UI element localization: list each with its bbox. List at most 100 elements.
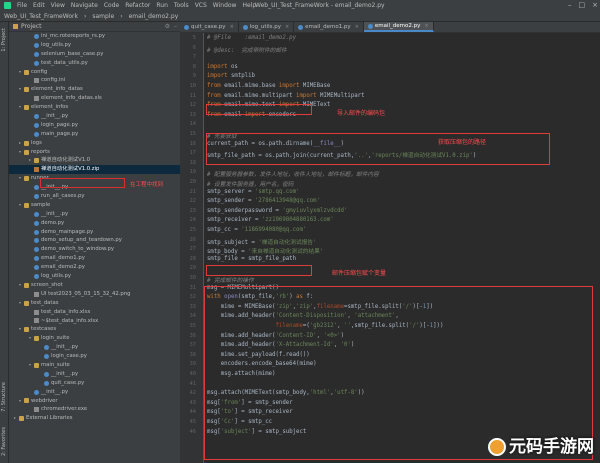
menu-view[interactable]: View: [51, 0, 65, 11]
tree-item[interactable]: 禅道自动化测试V1.0.zip: [9, 165, 180, 175]
close-icon[interactable]: ×: [592, 0, 598, 11]
tree-item[interactable]: __init__.py: [9, 210, 180, 219]
annotation-box-path: [206, 133, 550, 165]
code-line[interactable]: smtp_file = smtp_file_path: [207, 256, 296, 262]
tree-item[interactable]: log_utils.py: [9, 41, 180, 50]
editor-tab[interactable]: email_demo2.py ×: [363, 21, 434, 32]
code-line[interactable]: # 设置发件服务器，用户名，密码: [207, 179, 293, 188]
line-number: 33: [189, 303, 196, 310]
tree-item[interactable]: test_data_info.xlsx: [9, 308, 180, 317]
menu-edit[interactable]: Edit: [33, 0, 45, 11]
annotation-encoders: 导入邮件的编码包: [337, 110, 386, 117]
tree-item[interactable]: email_demo1.py: [9, 254, 180, 263]
tree-item[interactable]: demo_switch_to_window.py: [9, 245, 180, 254]
close-tab-icon[interactable]: ×: [230, 22, 234, 33]
tree-item[interactable]: ▸ External Libraries: [9, 414, 180, 423]
close-tab-icon[interactable]: ×: [355, 22, 359, 33]
menu-navigate[interactable]: Navigate: [71, 0, 98, 11]
tree-item[interactable]: test_data_utils.py: [9, 59, 180, 68]
code-line[interactable]: from email.mime.multipart import MIMEMul…: [207, 93, 365, 99]
tree-item[interactable]: ▾ test_datas: [9, 299, 180, 308]
menu-code[interactable]: Code: [104, 0, 119, 11]
code-line[interactable]: # @desc: 完成带附件的邮件: [207, 45, 287, 54]
code-line[interactable]: import os: [207, 64, 238, 70]
tree-item[interactable]: ▾ login_suite: [9, 334, 180, 343]
tree-item-label: login_case.py: [51, 353, 87, 360]
tree-item[interactable]: __init__.py: [9, 370, 180, 379]
minimize-icon[interactable]: –: [568, 0, 572, 11]
tree-item[interactable]: ▾ element_info_datas: [9, 85, 180, 94]
editor-tab[interactable]: quit_case.py ×: [180, 22, 239, 32]
tree-item[interactable]: selenium_base_case.py: [9, 50, 180, 59]
tree-item[interactable]: ▾ sample: [9, 201, 180, 210]
code-line[interactable]: smtp_server = 'smtp.qq.com': [207, 189, 299, 195]
tree-item[interactable]: __init__.py: [9, 388, 180, 397]
tree-item[interactable]: demo_setup_and_teardown.py: [9, 236, 180, 245]
maximize-icon[interactable]: □: [579, 0, 586, 11]
collapse-icon[interactable]: –: [174, 22, 177, 32]
menu-tools[interactable]: Tools: [174, 0, 189, 11]
breadcrumb-item[interactable]: sample: [92, 11, 114, 21]
tree-item[interactable]: demo.py: [9, 219, 180, 228]
tool-tab-favorites[interactable]: 2: Favorites: [1, 427, 7, 456]
tree-item[interactable]: UI test2023_05_03_15_32_42.png: [9, 290, 180, 299]
code-line[interactable]: smtp_senderpassword = 'gmyiuvlyxmlzvdcdd…: [207, 208, 347, 214]
python-file-icon: [34, 273, 39, 279]
tree-item[interactable]: ▾ screen_shot: [9, 281, 180, 290]
tree-item[interactable]: ▾ config: [9, 68, 180, 77]
menu-run[interactable]: Run: [156, 0, 168, 11]
python-file-icon: [34, 122, 39, 128]
code-line[interactable]: smtp_sender = '2786413948@qq.com': [207, 198, 320, 204]
line-number: 38: [189, 351, 196, 358]
tree-item[interactable]: email_demo2.py: [9, 263, 180, 272]
editor-tab[interactable]: log_utils.py ×: [239, 22, 295, 33]
menu-file[interactable]: File: [17, 0, 27, 11]
tree-item[interactable]: ~$test_data_info.xlsx: [9, 317, 180, 326]
close-tab-icon[interactable]: ×: [285, 22, 289, 33]
tree-item[interactable]: main_page.py: [9, 130, 180, 139]
tree-item[interactable]: __init__.py: [9, 343, 180, 352]
tree-item[interactable]: ▸ 禅道自动化测试V1.0: [9, 156, 180, 165]
code-line[interactable]: smtp_body = '来自禅道自动化测试的结果': [207, 246, 323, 255]
close-tab-icon[interactable]: ×: [424, 21, 428, 32]
code-line[interactable]: smtp_subject = '禅道自动化测试报告': [207, 237, 316, 246]
line-number: 42: [189, 390, 196, 397]
tree-item[interactable]: ▸ logs: [9, 139, 180, 148]
tool-tab-structure[interactable]: 7: Structure: [1, 382, 7, 412]
code-line[interactable]: # 配置服务器参数，发件人地址，收件人地址，邮件标题，邮件内容: [207, 169, 379, 178]
tree-item[interactable]: __init__.py: [9, 112, 180, 121]
tree-item[interactable]: log_utils.py: [9, 272, 180, 281]
tree-item[interactable]: config.ini: [9, 76, 180, 85]
editor-tab[interactable]: email_demo1.py ×: [294, 22, 364, 32]
menu-vcs[interactable]: VCS: [195, 0, 207, 11]
tree-item[interactable]: element_info_datas.xls: [9, 94, 180, 103]
tab-label: email_demo2.py: [374, 22, 421, 29]
breadcrumb-item[interactable]: Web_UI_Test_FrameWork: [4, 11, 78, 21]
tree-item[interactable]: ▾ main_suite: [9, 361, 180, 370]
breadcrumb-item[interactable]: email_demo2.py: [129, 11, 179, 21]
tree-item[interactable]: ▾ reports: [9, 148, 180, 157]
tree-item[interactable]: demo_mainpage.py: [9, 228, 180, 237]
code-line[interactable]: import smtplib: [207, 73, 255, 79]
tree-item[interactable]: ▾ webdriver: [9, 397, 180, 406]
tree-item-label: demo_switch_to_window.py: [41, 246, 114, 253]
settings-icon[interactable]: ⚙: [165, 22, 170, 32]
menu-refactor[interactable]: Refactor: [125, 0, 150, 11]
code-line[interactable]: smtp_cc = '1186994080@qq.com': [207, 227, 306, 233]
code-line[interactable]: # 完成邮件的操作: [207, 275, 254, 284]
tool-tab-project[interactable]: 1: Project: [1, 28, 7, 52]
annotation-box-file: [206, 265, 312, 276]
tree-item[interactable]: login_page.py: [9, 121, 180, 130]
tree-item[interactable]: quit_case.py: [9, 379, 180, 388]
tree-item[interactable]: login_case.py: [9, 352, 180, 361]
code-line[interactable]: from email.mime.base import MIMEBase: [207, 83, 330, 89]
code-line[interactable]: smtp_receiver = 'zz1969804880163.com': [207, 217, 334, 223]
tree-item[interactable]: chromedriver.exe: [9, 405, 180, 414]
project-panel-title[interactable]: Project: [21, 22, 42, 32]
tree-item[interactable]: ▾ element_infos: [9, 103, 180, 112]
tree-item[interactable]: ini_mc.rotereports_rs.py: [9, 32, 180, 41]
code-line[interactable]: # @File :email_demo2.py: [207, 35, 296, 41]
menu-window[interactable]: Window: [213, 0, 237, 11]
tree-item[interactable]: run_all_cases.py: [9, 192, 180, 201]
tree-item[interactable]: ▾ testcases: [9, 325, 180, 334]
